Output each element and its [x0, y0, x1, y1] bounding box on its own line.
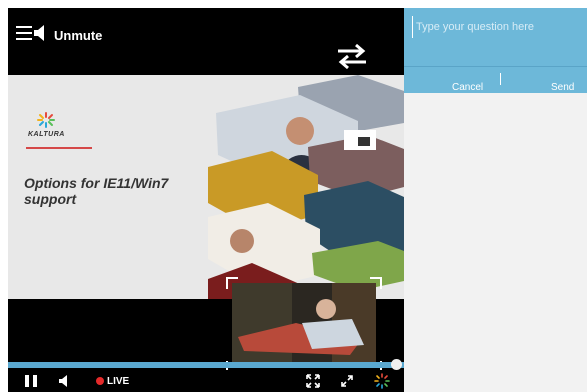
progress-handle[interactable]: [390, 359, 402, 370]
pip-corner-icon: [370, 277, 382, 289]
slide-image-collage: [208, 75, 404, 299]
speaker-muted-icon: [16, 24, 48, 47]
question-panel: Cancel Send: [404, 8, 587, 392]
slide-title: Options for IE11/Win7 support: [24, 175, 169, 207]
expand-icon: [306, 374, 320, 388]
kaltura-logo-icon: [374, 373, 390, 389]
pip-corner-icon: [226, 277, 238, 289]
question-form: Cancel Send: [404, 8, 587, 93]
button-divider: [500, 73, 501, 85]
slide-brand: KALTURA: [28, 131, 65, 138]
question-divider: [404, 66, 587, 67]
swap-views-icon[interactable]: [334, 42, 370, 75]
unmute-label: Unmute: [54, 28, 103, 43]
kaltura-logo-button[interactable]: [374, 370, 390, 392]
player-top-bar: Unmute: [8, 8, 404, 75]
live-indicator[interactable]: LIVE: [96, 370, 129, 392]
cancel-button[interactable]: Cancel: [452, 82, 483, 93]
kaltura-logo-icon: [34, 112, 58, 133]
send-button[interactable]: Send: [551, 82, 574, 93]
pause-icon: [25, 375, 37, 387]
presentation-slide: KALTURA Options for IE11/Win7 support: [8, 75, 404, 299]
live-dot-icon: [96, 377, 104, 385]
question-input[interactable]: [412, 16, 586, 38]
expand-button[interactable]: [306, 370, 320, 392]
fullscreen-button[interactable]: [340, 370, 354, 392]
volume-button[interactable]: [58, 370, 70, 392]
slide-divider: [26, 147, 92, 149]
unmute-button[interactable]: Unmute: [16, 24, 102, 47]
progress-bar[interactable]: [8, 362, 404, 368]
control-bar: LIVE: [8, 370, 404, 392]
fullscreen-icon: [341, 375, 353, 387]
picture-in-picture-video[interactable]: [226, 277, 382, 373]
live-label: LIVE: [107, 375, 130, 387]
pause-button[interactable]: [24, 370, 38, 392]
webcam-feed: [232, 283, 376, 367]
speaker-icon: [59, 375, 67, 387]
video-player: Unmute KALTURA Options for IE11/Win7 sup…: [8, 8, 404, 392]
